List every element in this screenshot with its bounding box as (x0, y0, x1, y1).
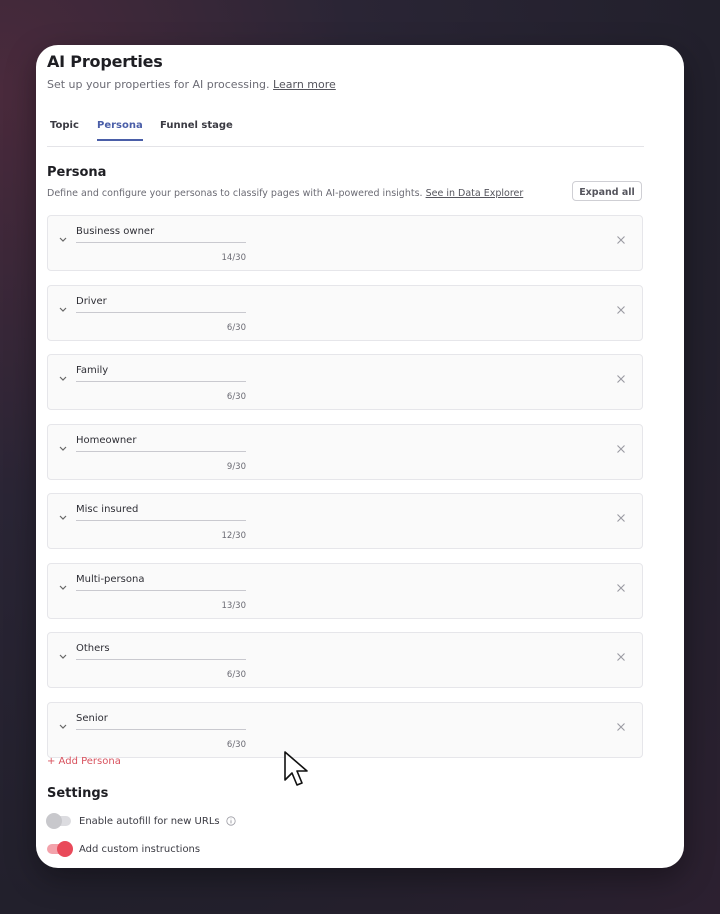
subtitle-text: Set up your properties for AI processing… (47, 78, 270, 91)
chevron-down-icon[interactable] (58, 443, 68, 453)
custom-instructions-setting: Add custom instructions (47, 841, 200, 857)
custom-instructions-label: Add custom instructions (79, 843, 201, 855)
persona-count: 6/30 (226, 739, 246, 750)
info-icon[interactable] (226, 816, 236, 826)
close-icon[interactable] (616, 513, 626, 523)
chevron-down-icon[interactable] (58, 304, 68, 314)
persona-count: 6/30 (226, 392, 246, 402)
chevron-down-icon[interactable] (58, 582, 68, 592)
persona-name-input[interactable]: Others (76, 643, 246, 660)
chevron-down-icon[interactable] (58, 721, 68, 731)
persona-item: Family 6/30 (47, 354, 643, 410)
persona-item: Multi-persona 13/30 (47, 562, 643, 619)
persona-item: Driver 6/30 (47, 284, 643, 341)
persona-name-input[interactable]: Misc insured (76, 504, 246, 521)
persona-name-input[interactable]: Multi-persona (76, 574, 246, 591)
close-icon[interactable] (616, 583, 626, 593)
persona-description-text: Define and configure your personas to cl… (47, 188, 423, 199)
persona-name-input[interactable]: Homeowner (76, 435, 246, 452)
learn-more-link[interactable]: Learn more (273, 78, 336, 91)
persona-count: 9/30 (226, 461, 246, 472)
page-title: AI Properties (47, 52, 163, 71)
close-icon[interactable] (616, 235, 626, 245)
toggle-knob (57, 841, 73, 857)
persona-name-input[interactable]: Driver (76, 296, 246, 313)
persona-item: Others 6/30 (47, 632, 643, 688)
close-icon[interactable] (616, 305, 626, 315)
persona-count: 6/30 (226, 322, 246, 333)
persona-section-description: Define and configure your personas to cl… (47, 188, 523, 199)
expand-all-button[interactable]: Expand all (572, 181, 642, 201)
persona-item: Business owner 14/30 (47, 215, 643, 271)
chevron-down-icon[interactable] (58, 651, 68, 661)
persona-section-title: Persona (47, 165, 107, 180)
tab-funnel-stage[interactable]: Funnel stage (160, 120, 233, 139)
tab-persona[interactable]: Persona (97, 120, 143, 141)
add-persona-button[interactable]: + Add Persona (47, 756, 121, 767)
chevron-down-icon[interactable] (58, 512, 68, 522)
persona-count: 6/30 (226, 670, 246, 680)
close-icon[interactable] (616, 374, 626, 384)
autofill-label: Enable autofill for new URLs (79, 815, 220, 827)
custom-instructions-toggle[interactable] (47, 841, 73, 857)
mouse-cursor-icon (284, 751, 308, 786)
toggle-knob (46, 813, 62, 829)
chevron-down-icon[interactable] (58, 373, 68, 383)
persona-count: 14/30 (221, 253, 247, 263)
chevron-down-icon[interactable] (58, 234, 68, 244)
tab-bar: Topic Persona Funnel stage (47, 115, 644, 147)
tab-topic[interactable]: Topic (50, 120, 79, 139)
persona-name-input[interactable]: Family (76, 365, 246, 382)
ai-properties-panel: AI Properties Set up your properties for… (36, 45, 684, 868)
persona-count: 13/30 (221, 600, 247, 611)
close-icon[interactable] (616, 722, 626, 732)
persona-name-input[interactable]: Senior (76, 713, 246, 730)
page-subtitle: Set up your properties for AI processing… (47, 78, 336, 91)
persona-item: Homeowner 9/30 (47, 423, 643, 480)
persona-item: Misc insured 12/30 (47, 493, 643, 549)
close-icon[interactable] (616, 652, 626, 662)
autofill-setting: Enable autofill for new URLs (46, 813, 236, 829)
data-explorer-link[interactable]: See in Data Explorer (426, 188, 524, 199)
close-icon[interactable] (616, 444, 626, 454)
persona-name-input[interactable]: Business owner (76, 226, 246, 243)
settings-title: Settings (47, 786, 109, 801)
persona-count: 12/30 (221, 531, 247, 541)
persona-item: Senior 6/30 (47, 701, 643, 758)
autofill-toggle[interactable] (46, 813, 71, 829)
persona-list: Business owner 14/30 Driver 6/30 Family … (47, 215, 643, 771)
